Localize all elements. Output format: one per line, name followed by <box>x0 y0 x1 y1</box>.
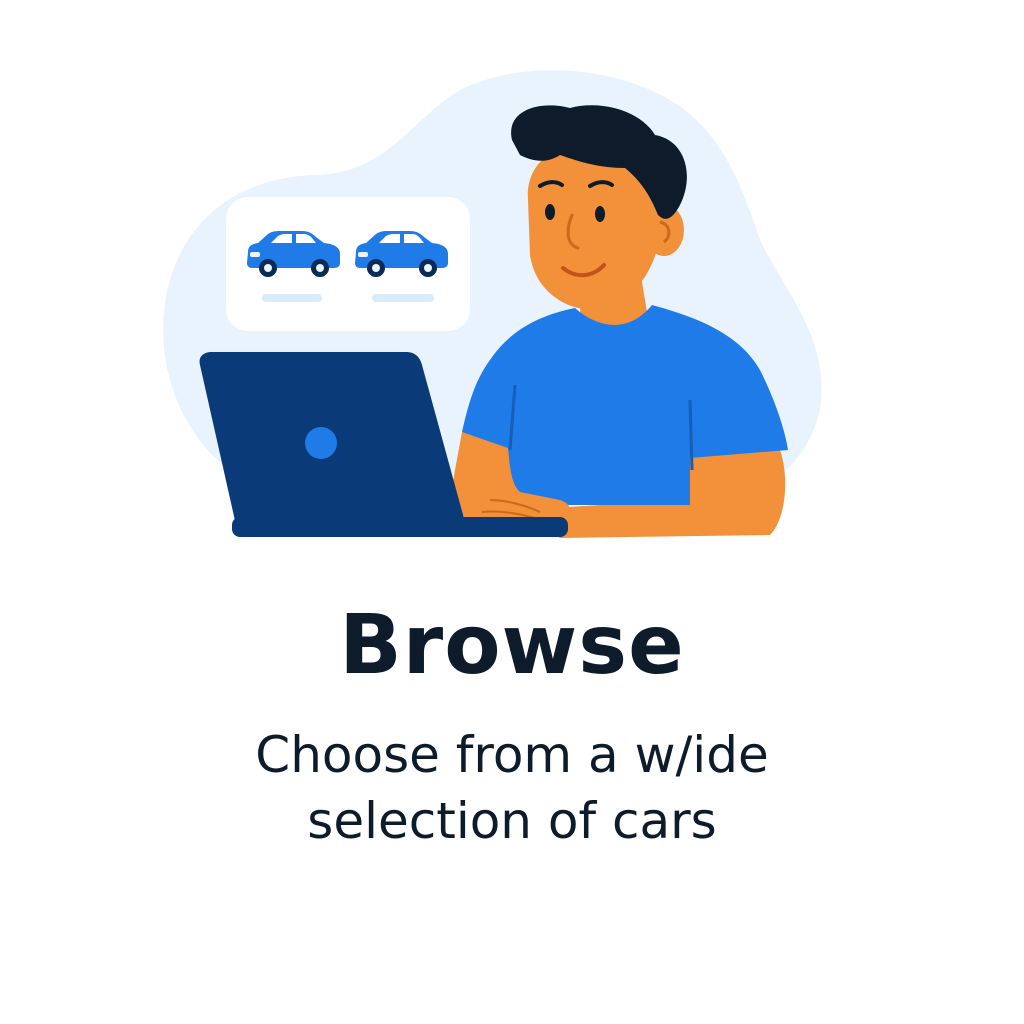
placeholder-line <box>372 294 434 302</box>
hero-illustration <box>163 70 822 538</box>
laptop-base <box>232 517 568 537</box>
laptop-logo-icon <box>305 427 337 459</box>
screen-title: Browse <box>339 598 685 693</box>
placeholder-line <box>262 294 322 302</box>
description-line-1: Choose from a w/ide <box>255 726 769 784</box>
description-line-2: selection of cars <box>307 792 717 850</box>
screen-description: Choose from a w/ide selection of cars <box>0 722 1024 854</box>
onboarding-screen: Browse Choose from a w/ide selection of … <box>0 0 1024 1024</box>
car-listing-card <box>226 197 470 331</box>
